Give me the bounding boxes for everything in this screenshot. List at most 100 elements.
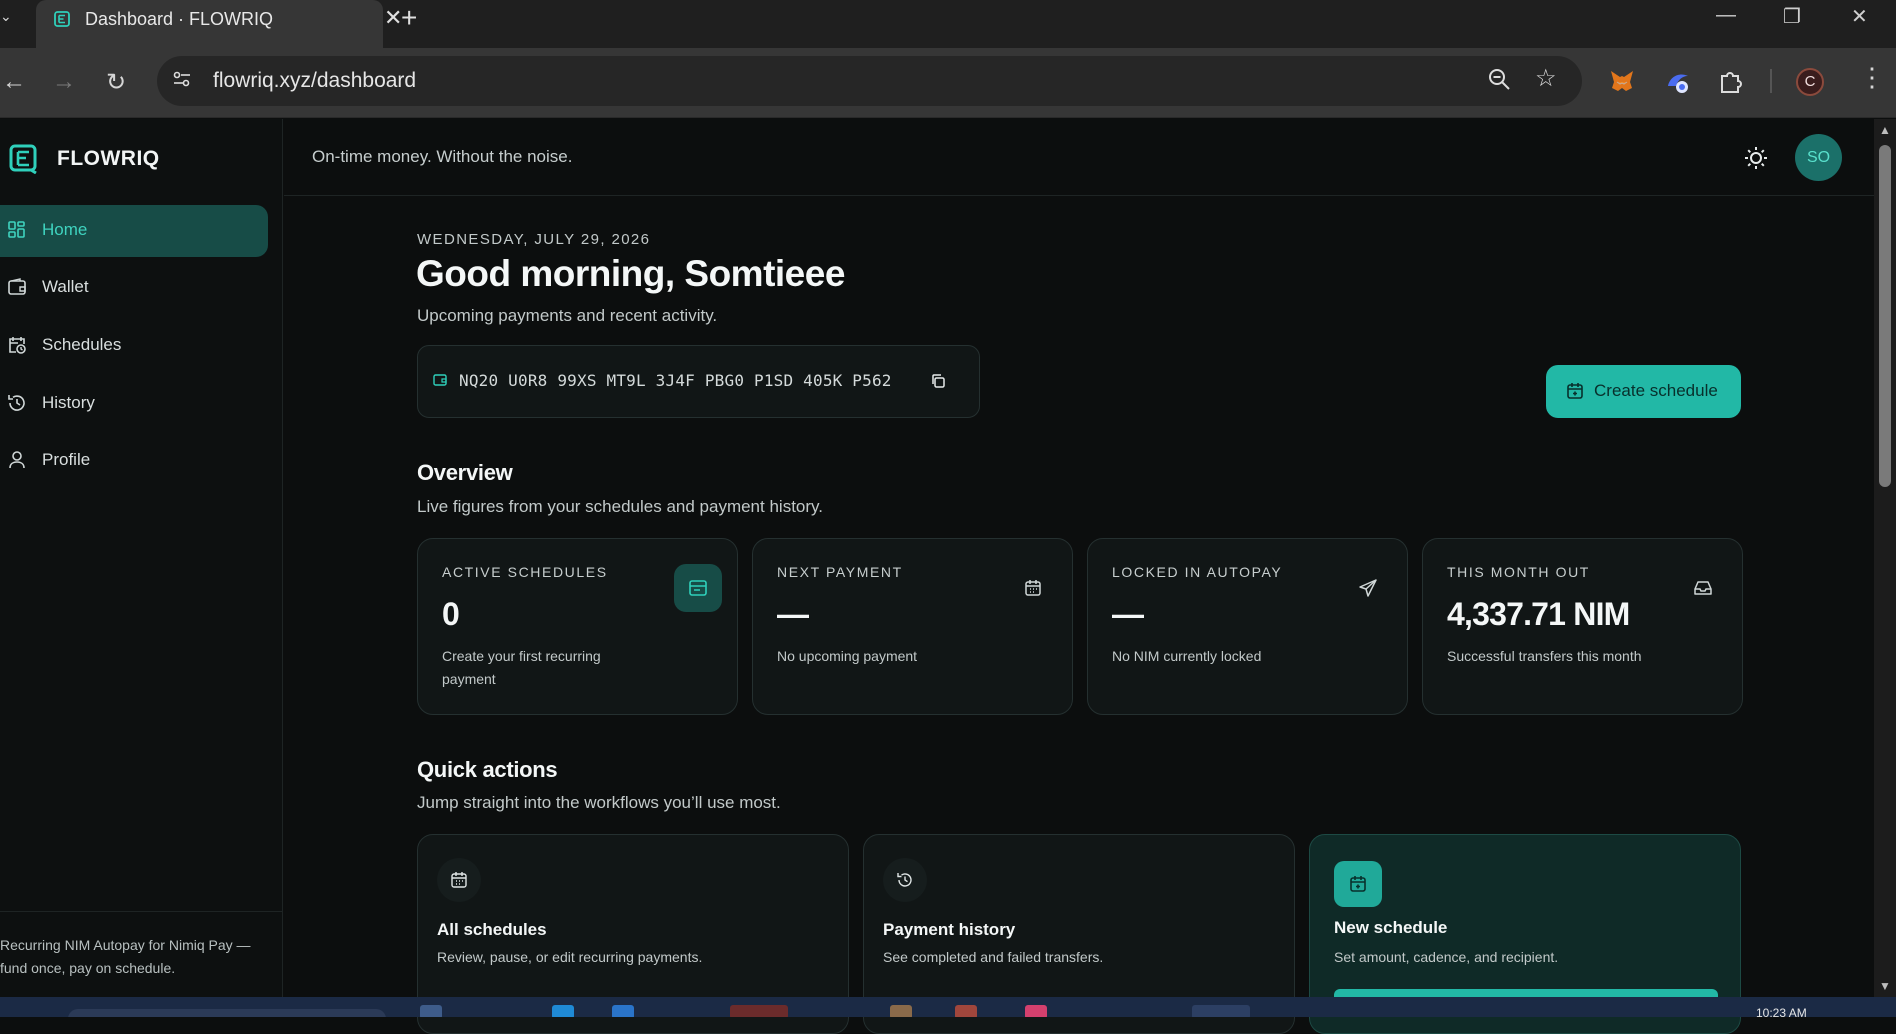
flowriq-favicon-icon <box>54 11 70 27</box>
browser-toolbar: ← → ↻ flowriq.xyz/dashboard ☆ C ⋮ <box>0 48 1896 118</box>
scroll-up-icon[interactable]: ▲ <box>1879 123 1891 137</box>
sidebar: FLOWRIQ Home Wallet Schedules History Pr… <box>0 119 283 997</box>
calendar-plus-icon <box>1567 383 1583 399</box>
history-icon <box>883 858 927 902</box>
taskbar-app-icon[interactable] <box>420 1005 442 1017</box>
os-taskbar: 10:23 AM <box>0 997 1896 1017</box>
wallet-icon <box>433 374 447 386</box>
taskbar-clock: 10:23 AM <box>1756 1006 1807 1017</box>
stat-description: No NIM currently locked <box>1112 648 1262 664</box>
quick-action-description: Review, pause, or edit recurring payment… <box>437 949 703 965</box>
card-icon <box>674 564 722 612</box>
url-text[interactable]: flowriq.xyz/dashboard <box>213 69 416 93</box>
flowriq-logo-icon <box>9 144 37 174</box>
sidebar-item-schedules[interactable]: Schedules <box>0 320 268 372</box>
current-date: WEDNESDAY, JULY 29, 2026 <box>417 231 651 248</box>
reload-icon[interactable]: ↻ <box>106 68 126 97</box>
metamask-extension-icon[interactable] <box>1608 68 1636 94</box>
history-icon <box>8 395 25 411</box>
new-tab-icon[interactable]: + <box>401 2 417 34</box>
app-topbar: On-time money. Without the noise. SO <box>284 119 1874 196</box>
overview-subtitle: Live figures from your schedules and pay… <box>417 497 823 516</box>
sidebar-item-label: Home <box>42 220 88 239</box>
toolbar-divider <box>1770 69 1772 93</box>
quick-actions-title: Quick actions <box>417 757 558 782</box>
user-icon <box>9 451 25 469</box>
zoom-out-icon[interactable] <box>1487 67 1513 93</box>
address-bar[interactable]: flowriq.xyz/dashboard ☆ <box>157 56 1582 106</box>
quick-actions-subtitle: Jump straight into the workflows you’ll … <box>417 793 781 812</box>
restore-icon[interactable]: ❐ <box>1783 4 1801 29</box>
calendar-plus-icon <box>1334 861 1382 907</box>
extension-badge-icon[interactable] <box>1664 68 1692 96</box>
overview-title: Overview <box>417 460 513 485</box>
taskbar-app-icon[interactable] <box>1025 1005 1047 1017</box>
stat-value: — <box>777 596 809 632</box>
stat-description: Successful transfers this month <box>1447 648 1642 664</box>
taskbar-search[interactable] <box>68 1009 386 1017</box>
stat-label: ACTIVE SCHEDULES <box>442 564 608 580</box>
page-subtitle: Upcoming payments and recent activity. <box>417 306 718 325</box>
quick-action-description: See completed and failed transfers. <box>883 949 1104 965</box>
taskbar-app-icon[interactable] <box>552 1005 574 1017</box>
back-arrow-icon[interactable]: ← <box>2 68 26 96</box>
sidebar-item-label: Profile <box>42 450 91 469</box>
calendar-icon <box>437 858 481 902</box>
stat-value: 0 <box>442 596 460 632</box>
browser-menu-icon[interactable]: ⋮ <box>1859 62 1885 93</box>
tab-search-chevron-icon[interactable]: ⌄ <box>0 8 14 28</box>
sidebar-item-label: Schedules <box>42 335 122 354</box>
minimize-icon[interactable]: — <box>1716 4 1736 27</box>
stat-value: 4,337.71 NIM <box>1447 596 1630 632</box>
bookmark-star-icon[interactable]: ☆ <box>1535 64 1557 93</box>
tab-title: Dashboard · FLOWRIQ <box>85 9 274 29</box>
taskbar-app-icon[interactable] <box>955 1005 977 1017</box>
create-schedule-button[interactable]: Create schedule <box>1546 365 1741 418</box>
wallet-address: NQ20 U0R8 99XS MT9L 3J4F PBG0 P1SD 405K … <box>459 371 892 390</box>
stat-card-next-payment: NEXT PAYMENT — No upcoming payment <box>752 538 1073 715</box>
window-close-icon[interactable]: ✕ <box>1851 4 1868 29</box>
taskbar-app-icon[interactable] <box>1192 1005 1250 1017</box>
tagline: On-time money. Without the noise. <box>312 147 573 166</box>
wallet-icon <box>8 278 26 295</box>
sidebar-item-home[interactable]: Home <box>0 205 268 257</box>
user-avatar[interactable]: SO <box>1795 134 1842 181</box>
quick-action-description: Set amount, cadence, and recipient. <box>1334 949 1559 965</box>
scrollbar-thumb[interactable] <box>1879 145 1891 487</box>
sun-theme-toggle-icon[interactable] <box>1743 145 1769 171</box>
sidebar-footer-line: Recurring NIM Autopay for Nimiq Pay — <box>0 937 251 953</box>
brand[interactable]: FLOWRIQ <box>9 144 160 174</box>
stat-label: THIS MONTH OUT <box>1447 564 1590 580</box>
taskbar-app-icon[interactable] <box>612 1005 634 1017</box>
sidebar-item-wallet[interactable]: Wallet <box>0 262 268 314</box>
stat-label: NEXT PAYMENT <box>777 564 903 580</box>
quick-action-title: New schedule <box>1334 918 1448 937</box>
sidebar-item-history[interactable]: History <box>0 378 268 430</box>
scroll-down-icon[interactable]: ▼ <box>1879 979 1891 993</box>
browser-profile-avatar[interactable]: C <box>1796 68 1824 96</box>
stat-card-locked-in-autopay: LOCKED IN AUTOPAY — No NIM currently loc… <box>1087 538 1408 715</box>
taskbar-app-icon[interactable] <box>890 1005 912 1017</box>
page-scrollbar[interactable]: ▲ ▼ <box>1874 119 1896 997</box>
extensions-puzzle-icon[interactable] <box>1718 68 1744 94</box>
wallet-address-box: NQ20 U0R8 99XS MT9L 3J4F PBG0 P1SD 405K … <box>417 345 980 418</box>
browser-tab[interactable]: Dashboard · FLOWRIQ ✕ <box>36 0 402 48</box>
quick-action-title: Payment history <box>883 920 1016 939</box>
stat-label: LOCKED IN AUTOPAY <box>1112 564 1283 580</box>
site-settings-icon[interactable] <box>171 68 193 90</box>
sidebar-item-label: Wallet <box>42 277 89 296</box>
create-schedule-label: Create schedule <box>1594 381 1718 400</box>
send-icon <box>1344 564 1392 612</box>
sidebar-item-label: History <box>42 393 95 412</box>
forward-arrow-icon[interactable]: → <box>52 68 76 96</box>
sidebar-item-profile[interactable]: Profile <box>0 435 268 487</box>
inbox-icon <box>1679 564 1727 612</box>
brand-name: FLOWRIQ <box>57 147 160 170</box>
page-title: Good morning, Somtieee <box>416 253 845 294</box>
browser-tab-bar: ⌄ Dashboard · FLOWRIQ ✕ + — ❐ ✕ <box>0 0 1896 48</box>
tab-close-icon[interactable]: ✕ <box>384 5 402 31</box>
copy-icon[interactable] <box>930 373 946 389</box>
taskbar-app-icon[interactable] <box>730 1005 788 1017</box>
sidebar-footer: Recurring NIM Autopay for Nimiq Pay — fu… <box>0 911 283 980</box>
stat-card-this-month-out: THIS MONTH OUT 4,337.71 NIM Successful t… <box>1422 538 1743 715</box>
